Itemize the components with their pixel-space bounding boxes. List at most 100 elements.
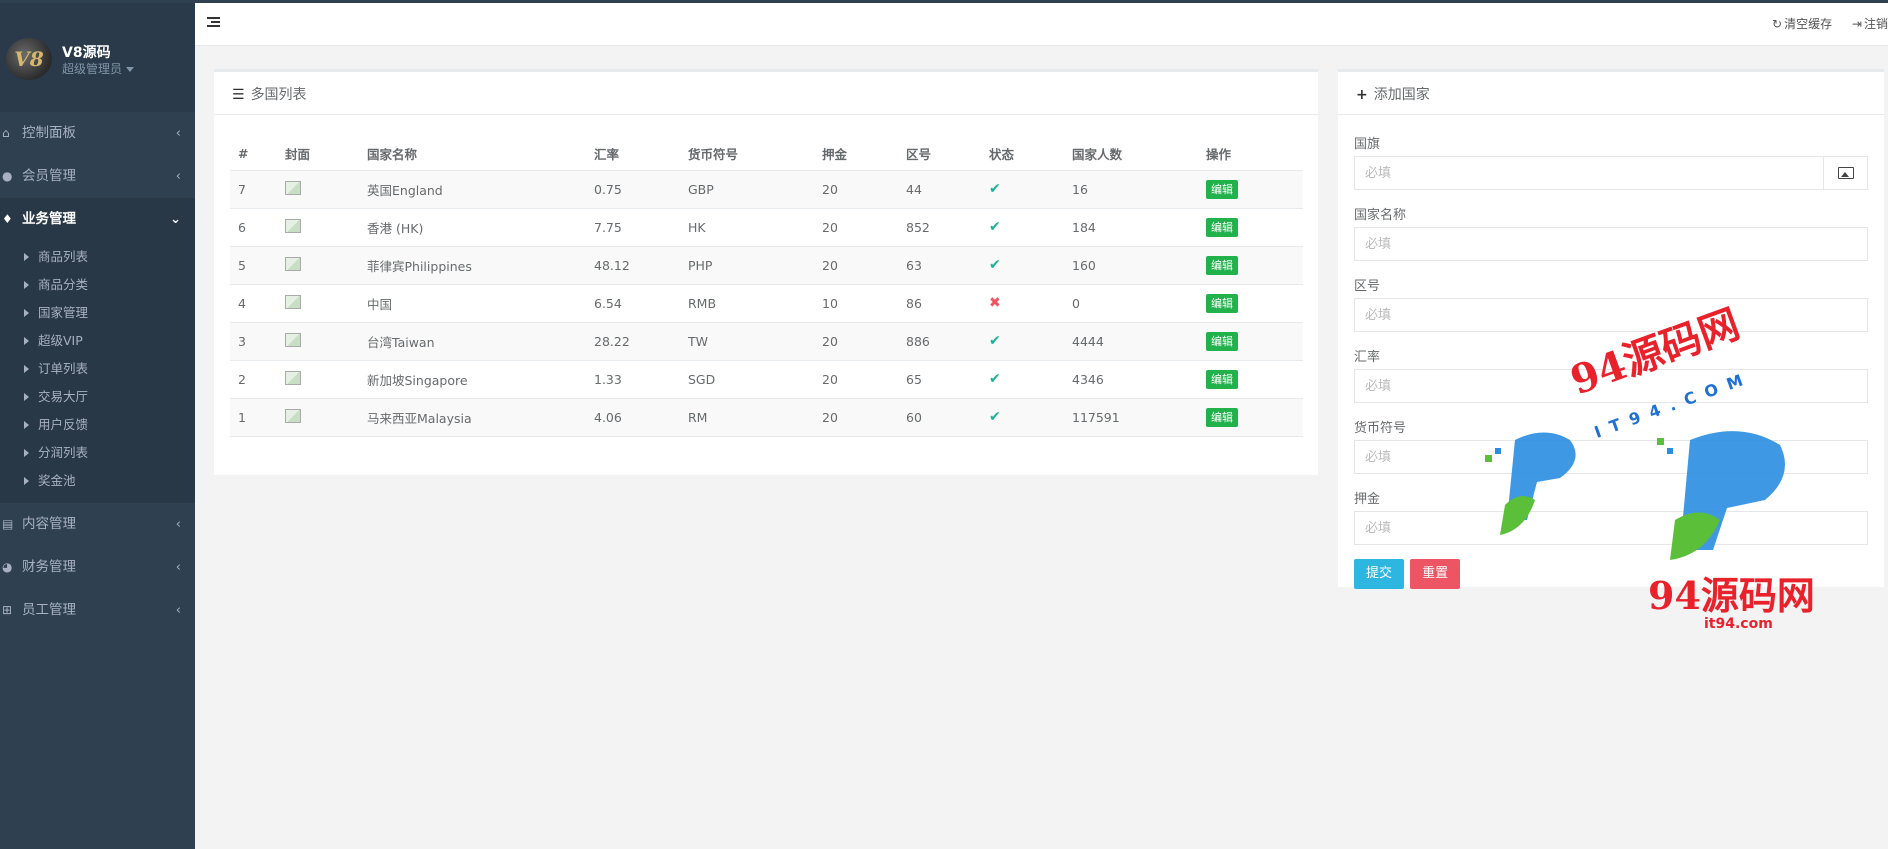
caret-down-icon <box>126 67 135 72</box>
nav-item-business[interactable]: ♦ 业务管理 ⌄ <box>0 198 195 241</box>
book-icon: ▤ <box>2 517 14 531</box>
cell-rate: 48.12 <box>586 246 680 285</box>
submenu-item-products[interactable]: 商品列表 <box>0 243 195 271</box>
submenu-item-countries[interactable]: 国家管理 <box>0 299 195 327</box>
chevron-left-icon: ‹ <box>175 560 181 575</box>
cell-id: 6 <box>230 208 277 247</box>
cell-country-name: 菲律宾Philippines <box>359 246 586 285</box>
menu-toggle-icon[interactable] <box>207 17 220 29</box>
edit-button[interactable]: 编辑 <box>1206 179 1238 199</box>
plus-icon: + <box>1356 87 1368 103</box>
table-row: 2 新加坡Singapore 1.33 SGD 20 65 ✔ 4346 编辑 <box>230 360 1303 399</box>
submenu-item-feedback[interactable]: 用户反馈 <box>0 411 195 439</box>
cell-cover <box>277 246 359 285</box>
cell-area-code: 65 <box>898 360 981 399</box>
submenu-item-profit-sharing[interactable]: 分润列表 <box>0 439 195 467</box>
submenu-item-trading-hall[interactable]: 交易大厅 <box>0 383 195 411</box>
cell-currency: GBP <box>680 170 814 209</box>
area-code-input[interactable] <box>1354 298 1868 332</box>
nav-label: 员工管理 <box>22 602 76 618</box>
cell-rate: 28.22 <box>586 322 680 361</box>
clear-cache-link[interactable]: ↻ 清空缓存 <box>1772 17 1832 31</box>
fire-icon: ♦ <box>2 212 13 226</box>
table-row: 1 马来西亚Malaysia 4.06 RM 20 60 ✔ 117591 编辑 <box>230 398 1303 437</box>
column-header: 状态 <box>981 138 1064 171</box>
cell-currency: TW <box>680 322 814 361</box>
cell-area-code: 886 <box>898 322 981 361</box>
cell-cover <box>277 170 359 209</box>
edit-button[interactable]: 编辑 <box>1206 217 1238 237</box>
cell-country-name: 英国England <box>359 170 586 209</box>
nav-item-staff[interactable]: ⊞ 员工管理 ‹ <box>0 589 195 632</box>
cell-rate: 0.75 <box>586 170 680 209</box>
nav-item-members[interactable]: ● 会员管理 ‹ <box>0 155 195 198</box>
country-name-input[interactable] <box>1354 227 1868 261</box>
edit-button[interactable]: 编辑 <box>1206 369 1238 389</box>
table-row: 3 台湾Taiwan 28.22 TW 20 886 ✔ 4444 编辑 <box>230 322 1303 361</box>
broken-image-icon <box>285 332 301 347</box>
sitemap-icon: ⊞ <box>2 603 13 617</box>
column-header: # <box>230 138 277 171</box>
cell-status: ✔ <box>981 170 1064 209</box>
nav-label: 会员管理 <box>22 168 76 184</box>
upload-image-button[interactable] <box>1824 156 1868 190</box>
cell-people: 4346 <box>1064 360 1198 399</box>
cell-people: 16 <box>1064 170 1198 209</box>
nav-item-finance[interactable]: ◕ 财务管理 ‹ <box>0 546 195 589</box>
nav-item-dashboard[interactable]: ⌂ 控制面板 ‹ <box>0 112 195 155</box>
cell-currency: HK <box>680 208 814 247</box>
cell-deposit: 20 <box>814 360 898 399</box>
cell-area-code: 44 <box>898 170 981 209</box>
area-code-label: 区号 <box>1354 279 1381 294</box>
check-icon: ✔ <box>989 371 1001 387</box>
cell-status: ✖ <box>981 284 1064 323</box>
cell-people: 4444 <box>1064 322 1198 361</box>
submenu-item-categories[interactable]: 商品分类 <box>0 271 195 299</box>
broken-image-icon <box>285 180 301 195</box>
submenu-item-orders[interactable]: 订单列表 <box>0 355 195 383</box>
deposit-input[interactable] <box>1354 511 1868 545</box>
cell-id: 2 <box>230 360 277 399</box>
submenu-item-vip[interactable]: 超级VIP <box>0 327 195 355</box>
cell-id: 4 <box>230 284 277 323</box>
cell-country-name: 新加坡Singapore <box>359 360 586 399</box>
cell-people: 117591 <box>1064 398 1198 437</box>
table-row: 7 英国England 0.75 GBP 20 44 ✔ 16 编辑 <box>230 170 1303 209</box>
cell-status: ✔ <box>981 322 1064 361</box>
profile-role-dropdown[interactable]: 超级管理员 <box>62 60 135 77</box>
flag-input[interactable] <box>1354 156 1824 190</box>
cell-currency: RMB <box>680 284 814 323</box>
cell-rate: 6.54 <box>586 284 680 323</box>
edit-button[interactable]: 编辑 <box>1206 331 1238 351</box>
cell-country-name: 香港 (HK) <box>359 208 586 247</box>
nav-label: 控制面板 <box>22 125 76 141</box>
reset-button[interactable]: 重置 <box>1410 559 1461 589</box>
broken-image-icon <box>285 256 301 271</box>
currency-symbol-input[interactable] <box>1354 440 1868 474</box>
submenu-item-bonus-pool[interactable]: 奖金池 <box>0 467 195 495</box>
nav-item-content[interactable]: ▤ 内容管理 ‹ <box>0 503 195 546</box>
exchange-rate-input[interactable] <box>1354 369 1868 403</box>
table-header-row: # 封面 国家名称 汇率 货币符号 押金 区号 状态 国家人数 操作 <box>230 138 1303 171</box>
cell-people: 184 <box>1064 208 1198 247</box>
logout-link[interactable]: ⇥ 注销 <box>1852 17 1888 31</box>
cell-area-code: 86 <box>898 284 981 323</box>
cell-status: ✔ <box>981 360 1064 399</box>
column-header: 操作 <box>1198 138 1303 171</box>
top-navbar: ↻ 清空缓存 ⇥ 注销 <box>195 3 1888 46</box>
top-border <box>0 0 1888 3</box>
edit-button[interactable]: 编辑 <box>1206 255 1238 275</box>
check-icon: ✔ <box>989 333 1001 349</box>
cell-rate: 4.06 <box>586 398 680 437</box>
cell-rate: 7.75 <box>586 208 680 247</box>
cell-action: 编辑 <box>1198 208 1303 247</box>
pie-chart-icon: ◕ <box>2 560 13 574</box>
broken-image-icon <box>285 408 301 423</box>
edit-button[interactable]: 编辑 <box>1206 407 1238 427</box>
cell-cover <box>277 284 359 323</box>
add-country-panel: + 添加国家 国旗 国家名称 区号 汇率 货币符号 押金 <box>1338 69 1884 589</box>
submit-button[interactable]: 提交 <box>1354 559 1405 589</box>
exchange-rate-label: 汇率 <box>1354 350 1381 365</box>
edit-button[interactable]: 编辑 <box>1206 293 1238 313</box>
sign-out-icon: ⇥ <box>1851 17 1862 31</box>
